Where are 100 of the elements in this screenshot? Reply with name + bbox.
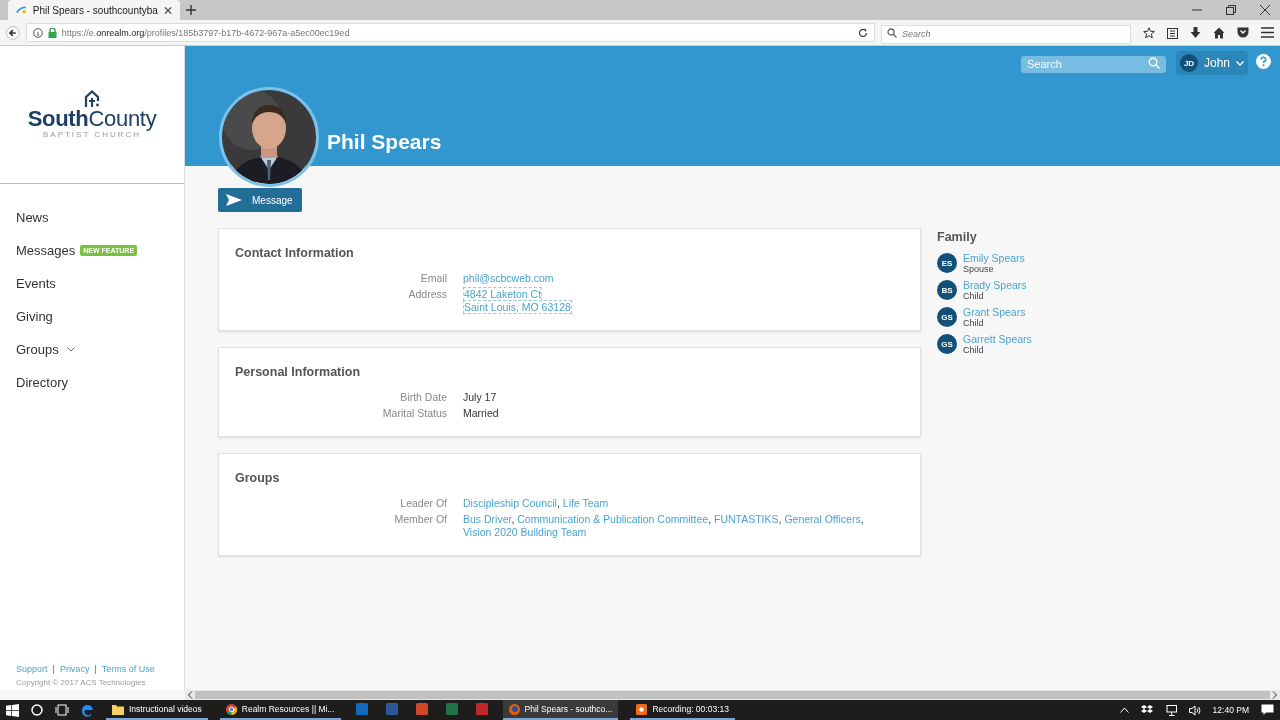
member-link[interactable]: Garrett Spears [963,333,1032,345]
task-view-icon[interactable] [55,704,69,716]
nav-link[interactable]: Giving [16,308,53,324]
member-avatar: BS [937,280,957,300]
taskbar-app[interactable]: Instructional videos [106,700,208,720]
search-icon [1148,56,1160,69]
link[interactable]: FUNTASTIKS [713,513,779,525]
tab-title: Phil Spears - southcountyba [32,4,158,16]
send-icon [226,194,242,206]
member-avatar: GS [937,334,957,354]
back-icon[interactable] [6,25,20,40]
windows-start-icon[interactable] [6,703,19,717]
relation-text: Spouse [963,264,995,274]
reload-icon[interactable] [858,27,868,38]
firefox-icon [508,703,520,715]
card-title: Personal Information [235,365,362,379]
browser-tab[interactable]: Phil Spears - southcountyba [8,0,180,20]
relation-text: Child [963,318,985,328]
field-value: July 17 [463,391,497,403]
edge-icon[interactable] [81,703,94,717]
message-button[interactable]: Message [218,188,302,212]
church-logo[interactable]: SouthCounty BAPTIST CHURCH [0,46,184,184]
comma: , [860,513,864,525]
star-icon[interactable] [1143,26,1155,39]
chrome-icon [225,703,237,715]
link[interactable]: Vision 2020 Building Team [463,526,587,538]
close-icon[interactable] [1260,5,1270,15]
search-field[interactable]: Search [1021,55,1166,73]
lock-icon [47,27,57,38]
comma: , [778,513,782,525]
separator: | [52,664,55,674]
search-icon [887,27,897,38]
field-label: Member Of [393,513,447,527]
scroll-left-icon[interactable] [187,691,193,699]
member-avatar: GS [937,307,957,327]
comma: , [708,513,712,525]
link[interactable]: Life Team [562,497,609,509]
field-label: Birth Date [399,391,447,404]
address-link[interactable]: 4842 Laketon Ct [463,287,543,301]
separator: | [94,664,97,674]
card-title: Contact Information [235,246,355,260]
taskbar-app[interactable]: Realm Resources || Mi... [219,700,341,720]
recording-icon [636,703,648,715]
profile-name: Phil Spears [327,130,442,154]
notification-icon[interactable] [1261,704,1274,716]
link[interactable]: phil@scbcweb.com [463,272,554,284]
relation-text: Child [963,345,985,355]
pocket-icon[interactable] [1237,27,1249,38]
nav-link[interactable]: Groups [16,341,59,357]
folder-icon [112,703,124,715]
family-title: Family [937,230,978,244]
info-icon [32,27,43,38]
field-value: Married [463,407,499,419]
field-label: Marital Status [381,407,447,420]
copyright-text: Copyright © 2017 ACS Technologies [16,678,147,687]
member-avatar: ES [937,253,957,273]
link[interactable]: Discipleship Council [463,497,557,509]
chevron-up-icon[interactable] [1119,707,1129,713]
footer-link[interactable]: Privacy [59,664,90,674]
address-bar[interactable]: https://e.onrealm.org/profiles/185b3797-b17b-4672-967a-a5ec00ec19ed [25,23,875,42]
search-circle-icon[interactable] [31,704,43,716]
address-link[interactable]: Saint Louis, MO 63128 [463,300,572,314]
comma: , [511,513,515,525]
nav-link[interactable]: Messages [16,242,76,258]
member-link[interactable]: Brady Spears [963,279,1027,291]
taskbar-app[interactable]: Phil Spears - southco... [502,700,619,720]
user-avatar: JD [1180,54,1198,72]
horizontal-scrollbar[interactable] [185,690,1280,700]
field-label: Leader Of [399,497,447,510]
menu-icon[interactable] [1261,27,1274,38]
user-menu[interactable]: JD John [1176,51,1249,75]
network-icon[interactable] [1164,704,1177,716]
restore-icon[interactable] [1226,5,1236,15]
field-label: Address [407,288,447,302]
nav-link[interactable]: Directory [16,374,68,390]
browser-search-field[interactable]: Search [881,24,1131,44]
clipboard-icon[interactable] [1167,26,1178,39]
chevron-down-icon [1236,60,1245,66]
nav-link[interactable]: News [16,209,49,225]
comma: , [556,497,560,509]
help-icon[interactable] [1256,54,1271,69]
footer-link[interactable]: Terms of Use [101,664,155,674]
taskbar-app[interactable]: Recording: 00:03:13 [630,700,735,720]
member-link[interactable]: Grant Spears [963,306,1026,318]
close-icon[interactable] [163,5,172,15]
field-label: Email [419,272,447,285]
clock-text: 12:40 PM [1212,705,1249,715]
download-icon[interactable] [1190,26,1201,39]
home-icon[interactable] [1213,26,1225,39]
footer-link[interactable]: Support [16,664,48,674]
card-title: Groups [235,471,281,485]
url-text: https://e.onrealm.org/profiles/185b3797-b17b-4672-967a-a5ec00ec19ed [61,27,350,38]
scroll-right-icon[interactable] [1272,691,1278,699]
new-tab-icon[interactable] [186,5,196,15]
relation-text: Child [963,291,984,301]
speaker-icon[interactable] [1188,704,1201,716]
chevron-down-icon[interactable] [66,346,75,352]
member-link[interactable]: Emily Spears [963,252,1025,264]
nav-link[interactable]: Events [16,275,56,291]
link[interactable]: General Officers [784,513,861,525]
